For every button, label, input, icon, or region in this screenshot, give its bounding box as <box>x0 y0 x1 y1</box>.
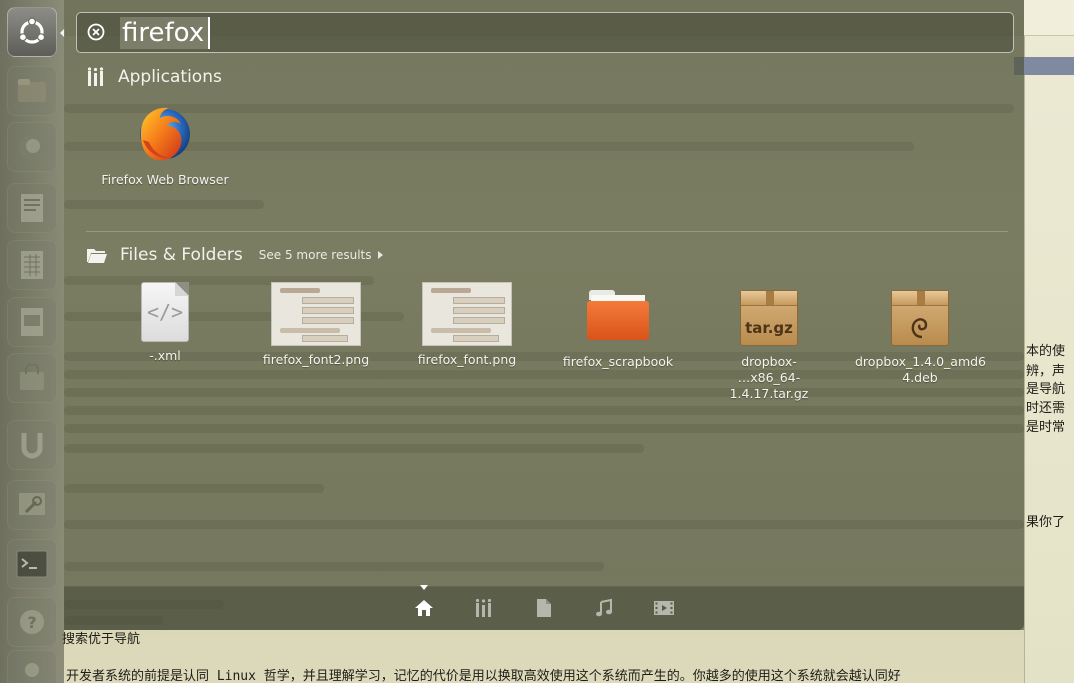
see-more-label: See 5 more results <box>258 248 372 262</box>
document-text-fragment: 时还需 <box>1026 401 1066 416</box>
xml-file-icon: </> <box>141 282 189 342</box>
image-thumbnail <box>271 282 361 346</box>
image-thumbnail <box>422 282 512 346</box>
svg-text:?: ? <box>27 613 36 632</box>
launcher: ? <box>0 0 65 683</box>
result-label: firefox_scrapbook <box>562 354 674 369</box>
result-label: firefox_font2.png <box>262 352 370 367</box>
document-paragraph: 开发者系统的前提是认同 Linux 哲学，并且理解学习，记忆的代价是用以换取高效… <box>66 669 901 683</box>
files-lens-button[interactable] <box>533 597 555 619</box>
applications-icon <box>475 598 492 617</box>
launcher-terminal[interactable] <box>7 539 57 589</box>
files-category-header: Files & Folders See 5 more results <box>86 245 383 265</box>
result-label: firefox_font.png <box>417 352 517 367</box>
ubuntu-one-icon <box>21 433 43 459</box>
shopping-bag-icon <box>20 364 44 390</box>
launcher-help[interactable]: ? <box>7 597 57 647</box>
result-firefox-web-browser[interactable]: Firefox Web Browser <box>100 102 230 188</box>
category-divider <box>86 231 1008 232</box>
video-lens-button[interactable] <box>653 597 675 619</box>
wrench-icon <box>19 493 45 515</box>
launcher-firefox[interactable] <box>7 122 57 172</box>
result-label: -.xml <box>149 348 181 363</box>
background-window-header <box>1024 0 1074 36</box>
document-text-fragment: 是导航 <box>1026 382 1066 397</box>
result-dropbox-deb[interactable]: dropbox_1.4.0_amd6 4.deb <box>855 290 987 386</box>
folder-icon <box>587 290 649 340</box>
document-icon <box>21 194 43 222</box>
home-lens-button[interactable] <box>413 597 435 619</box>
see-more-results-link[interactable]: See 5 more results <box>259 248 383 262</box>
result-label: dropbox- …x86_64-1.4.17.tar.gz <box>729 354 809 401</box>
result-dropbox-tar-gz[interactable]: tar.gz dropbox- …x86_64-1.4.17.tar.gz <box>704 290 834 402</box>
launcher-workspaces[interactable] <box>7 650 57 683</box>
result-label: dropbox_1.4.0_amd6 4.deb <box>855 354 987 385</box>
applications-category-header: Applications <box>86 67 222 87</box>
presentation-icon <box>21 308 43 336</box>
debian-package-icon <box>891 290 949 346</box>
clear-search-button[interactable] <box>86 22 106 42</box>
launcher-software-center[interactable] <box>7 353 57 403</box>
folder-icon <box>18 79 46 102</box>
category-title: Applications <box>118 67 222 87</box>
launcher-system-settings[interactable] <box>7 480 57 530</box>
document-text-fragment: 果你了 <box>1026 515 1066 530</box>
file-icon <box>537 599 551 617</box>
launcher-home-folder[interactable] <box>7 66 57 116</box>
applications-icon <box>87 67 104 86</box>
dash-home-button[interactable] <box>7 7 57 57</box>
document-heading: 搜索优于导航 <box>62 632 141 647</box>
music-lens-button[interactable] <box>593 597 615 619</box>
result-label: Firefox Web Browser <box>101 172 229 187</box>
category-title: Files & Folders <box>120 245 243 265</box>
tar-archive-icon: tar.gz <box>740 290 798 346</box>
active-lens-indicator <box>420 585 428 590</box>
gear-icon <box>25 663 39 677</box>
result-firefox-font2-png[interactable]: firefox_font2.png <box>251 282 381 368</box>
applications-lens-button[interactable] <box>473 597 495 619</box>
firefox-icon <box>140 107 190 161</box>
clear-icon <box>87 23 105 41</box>
document-text-fragment: 是时常 <box>1026 420 1066 435</box>
document-text-fragment: 辨，声 <box>1026 364 1066 379</box>
help-icon: ? <box>20 610 44 634</box>
music-note-icon <box>596 598 612 617</box>
document-text-fragment: 本的使 <box>1026 344 1066 359</box>
folder-open-icon <box>87 249 107 263</box>
archive-badge: tar.gz <box>745 319 793 337</box>
expand-arrow-icon <box>377 251 383 259</box>
home-icon <box>415 600 433 616</box>
launcher-impress[interactable] <box>7 297 57 347</box>
launcher-writer[interactable] <box>7 183 57 233</box>
terminal-icon <box>16 550 48 578</box>
firefox-icon <box>19 134 45 160</box>
debian-swirl-icon <box>911 318 928 339</box>
result-xml-file[interactable]: </> -.xml <box>100 282 230 364</box>
result-firefox-font-png[interactable]: firefox_font.png <box>402 282 532 368</box>
launcher-ubuntu-one[interactable] <box>7 420 57 470</box>
film-strip-icon <box>654 601 674 615</box>
ubuntu-logo-icon <box>18 17 46 44</box>
launcher-calc[interactable] <box>7 240 57 290</box>
result-firefox-scrapbook-folder[interactable]: firefox_scrapbook <box>553 290 683 370</box>
spreadsheet-icon <box>21 251 43 279</box>
search-input[interactable] <box>118 17 998 49</box>
